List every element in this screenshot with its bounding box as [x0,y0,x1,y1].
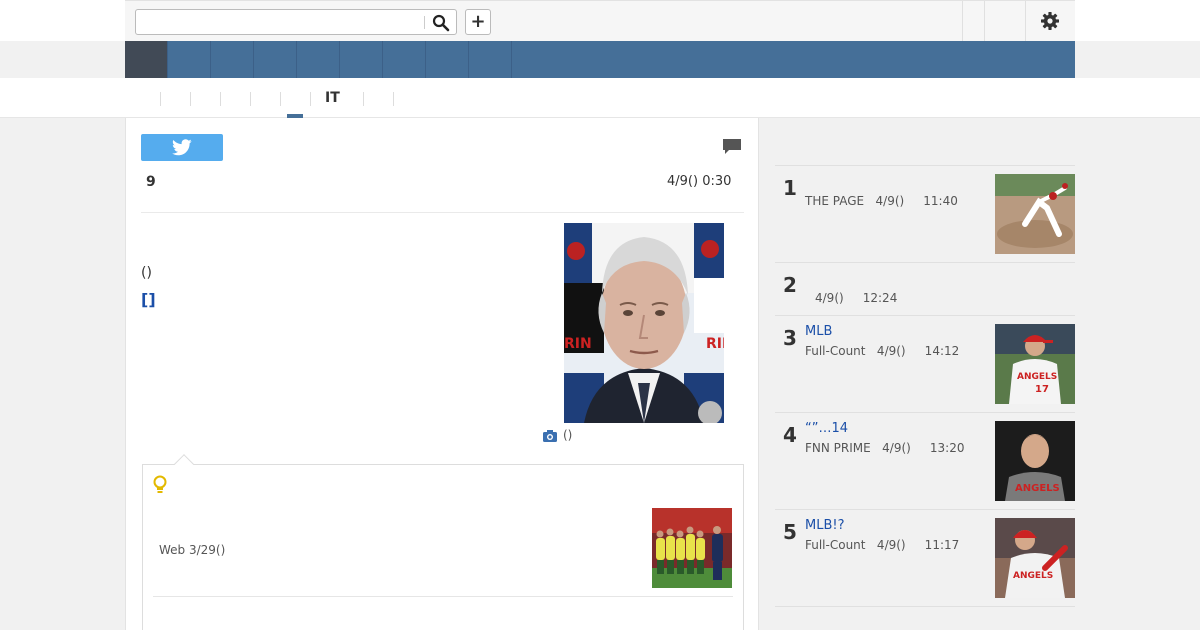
related-divider [153,596,733,597]
search-input[interactable] [140,12,420,32]
nav-item[interactable] [254,41,297,78]
top-bar-divider [984,1,985,41]
article-divider [141,212,744,213]
nav-item[interactable] [383,41,426,78]
svg-text:RIN: RIN [706,336,724,352]
article-text: () [141,265,152,281]
angels-player-image: ANGELS 17 [995,324,1075,404]
soccer-team-image [652,508,732,588]
ranking-sidebar: 1 THE PAGE 4/9() 11:40 2 4/9() 12:24 3 M… [759,118,1200,630]
main-nav [125,41,1075,78]
ranking-thumbnail [995,174,1075,254]
top-bar: + [0,0,1200,41]
svg-text:ANGELS: ANGELS [1015,483,1060,494]
ranking-thumbnail: ANGELS [995,421,1075,501]
subnav-separator [393,92,394,106]
related-source: Web 3/29() [159,543,226,557]
batter-image: ANGELS [995,518,1075,598]
article-main: 9 4/9() 0:30 () [] RIN RIN [125,118,759,630]
ranking-number: 4 [783,423,797,447]
nav-item[interactable] [469,41,512,78]
subnav-separator [220,92,221,106]
comment-count: 9 [146,174,156,190]
pitcher-image [995,174,1075,254]
ranking-number: 1 [783,176,797,200]
search-box[interactable] [135,9,457,35]
ranking-item[interactable]: 4 “”…14 FNN PRIME 4/9() 13:20 ANGELS [775,413,1075,510]
subnav-separator [190,92,191,106]
nav-item[interactable] [426,41,469,78]
ranking-meta: FNN PRIME 4/9() 13:20 [805,441,965,455]
twitter-bird-icon [172,139,192,156]
related-thumbnail[interactable] [652,508,732,588]
article-date: 4/9() 0:30 [667,174,732,189]
svg-text:ANGELS: ANGELS [1017,372,1057,382]
ranking-title: MLB!? [805,518,845,533]
ranking-meta: Full-Count 4/9() 11:17 [805,538,960,552]
ranking-meta: 4/9() 12:24 [815,291,898,305]
ranking-thumbnail: ANGELS 17 [995,324,1075,404]
tweet-button[interactable] [141,134,223,161]
photo-caption: () [543,428,572,442]
svg-text:17: 17 [1035,384,1049,395]
ranking-item[interactable]: 5 MLB!? Full-Count 4/9() 11:17 ANGELS [775,510,1075,607]
ranking-item[interactable]: 3 MLB Full-Count 4/9() 14:12 ANGELS 17 [775,316,1075,413]
subnav-separator [280,92,281,106]
subnav-item-it[interactable]: IT [325,90,340,106]
nav-item-home[interactable] [125,41,168,78]
ranking-title: MLB [805,324,833,339]
svg-text:RIN: RIN [564,336,592,352]
top-bar-inner: + [125,0,1075,41]
ranking-item[interactable]: 2 4/9() 12:24 [775,263,1075,316]
comment-icon[interactable] [722,138,742,156]
gear-icon[interactable] [1040,11,1060,31]
nav-item[interactable] [297,41,340,78]
photo-caption-text: () [563,428,573,442]
portrait-image: RIN RIN [564,223,724,423]
camera-icon [543,429,557,442]
article-link[interactable]: [] [141,290,156,309]
category-subnav: IT [0,78,1200,118]
ranking-thumbnail: ANGELS [995,518,1075,598]
ranking-number: 5 [783,520,797,544]
nav-item[interactable] [168,41,211,78]
ranking-number: 3 [783,326,797,350]
player-portrait-image: ANGELS [995,421,1075,501]
subnav-separator [310,92,311,106]
article-photo[interactable]: RIN RIN [564,223,724,423]
ranking-number: 2 [783,273,797,297]
related-article-box: Web 3/29() [142,454,744,630]
top-bar-divider [1025,1,1026,41]
add-button[interactable]: + [465,9,491,35]
subnav-separator [160,92,161,106]
subnav-separator [250,92,251,106]
top-bar-divider [962,1,963,41]
nav-item[interactable] [211,41,254,78]
search-separator [424,16,425,29]
ranking-item[interactable]: 1 THE PAGE 4/9() 11:40 [775,166,1075,263]
nav-item[interactable] [340,41,383,78]
svg-text:ANGELS: ANGELS [1013,571,1053,581]
ranking-title: “”…14 [805,421,849,436]
subnav-separator [363,92,364,106]
related-box-notch [174,454,194,474]
ranking-meta: Full-Count 4/9() 14:12 [805,344,960,358]
lightbulb-icon [153,475,167,493]
search-icon[interactable] [432,14,450,32]
ranking-meta: THE PAGE 4/9() 11:40 [805,194,958,208]
